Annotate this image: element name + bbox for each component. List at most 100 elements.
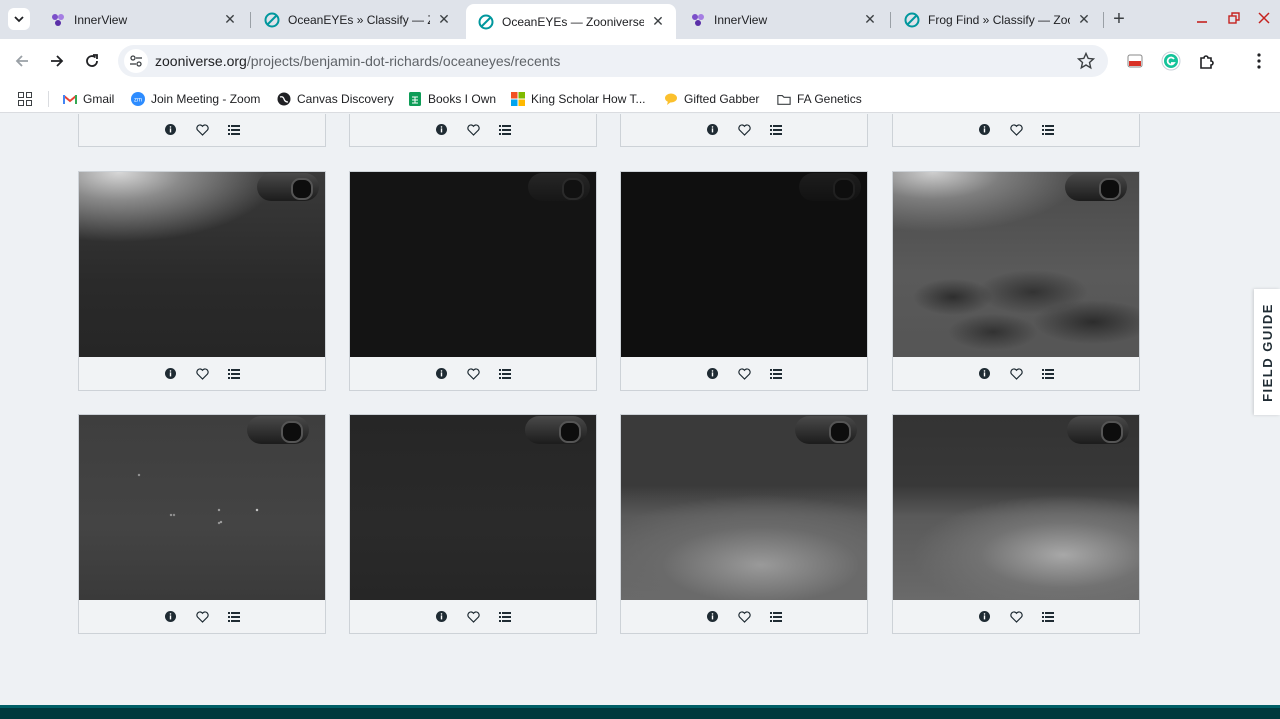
heart-icon[interactable] <box>736 122 752 138</box>
list-icon[interactable] <box>226 366 242 382</box>
list-icon[interactable] <box>497 122 513 138</box>
list-icon[interactable] <box>1040 609 1056 625</box>
info-icon[interactable] <box>976 366 992 382</box>
subject-image[interactable] <box>350 172 596 357</box>
tab-search-button[interactable] <box>8 8 30 30</box>
tab-title: InnerView <box>714 12 768 27</box>
subject-actions <box>893 357 1139 390</box>
info-icon[interactable] <box>162 609 178 625</box>
tab-innerview-1[interactable]: InnerView ✕ <box>38 5 248 34</box>
minimize-button[interactable] <box>1192 8 1212 28</box>
list-icon[interactable] <box>497 366 513 382</box>
bookmark-star-icon[interactable] <box>1076 51 1096 71</box>
arrow-left-icon <box>15 55 28 67</box>
subject-image[interactable] <box>79 172 325 357</box>
subject-actions <box>350 600 596 633</box>
list-icon[interactable] <box>1040 366 1056 382</box>
tab-separator <box>890 12 891 28</box>
address-bar[interactable]: zooniverse.org/projects/benjamin-dot-ric… <box>118 45 1108 77</box>
subject-card <box>620 114 868 147</box>
tab-strip: InnerView ✕ OceanEYEs » Classify — Zo ✕ … <box>0 0 1280 39</box>
site-footer <box>0 705 1280 719</box>
list-icon[interactable] <box>1040 122 1056 138</box>
subject-image[interactable] <box>893 415 1139 600</box>
tab-separator <box>250 12 251 28</box>
close-icon[interactable]: ✕ <box>436 11 452 28</box>
subject-image[interactable] <box>893 172 1139 357</box>
subject-image[interactable] <box>621 172 867 357</box>
list-icon[interactable] <box>226 609 242 625</box>
close-icon[interactable]: ✕ <box>862 11 878 28</box>
browser-menu-icon[interactable] <box>1248 50 1270 72</box>
info-icon[interactable] <box>433 122 449 138</box>
close-icon[interactable]: ✕ <box>650 13 666 30</box>
extensions-puzzle-icon[interactable] <box>1196 50 1218 72</box>
site-settings-icon[interactable] <box>124 49 148 73</box>
list-icon[interactable] <box>768 366 784 382</box>
heart-icon[interactable] <box>194 609 210 625</box>
heart-icon[interactable] <box>736 609 752 625</box>
camera-housing <box>247 416 309 444</box>
heart-icon[interactable] <box>736 366 752 382</box>
info-icon[interactable] <box>976 609 992 625</box>
heart-icon[interactable] <box>194 122 210 138</box>
heart-icon[interactable] <box>1008 122 1024 138</box>
list-icon[interactable] <box>768 122 784 138</box>
bookmark-gifted-gabber[interactable]: Gifted Gabber <box>664 90 759 108</box>
heart-icon[interactable] <box>1008 366 1024 382</box>
close-icon <box>1258 12 1270 24</box>
url-text[interactable]: zooniverse.org/projects/benjamin-dot-ric… <box>155 53 560 69</box>
list-icon[interactable] <box>226 122 242 138</box>
new-tab-button[interactable]: + <box>1110 8 1128 30</box>
url-host: zooniverse.org <box>155 53 247 69</box>
list-icon[interactable] <box>768 609 784 625</box>
tab-frog-find[interactable]: Frog Find » Classify — Zoon ✕ <box>892 5 1102 34</box>
info-icon[interactable] <box>433 609 449 625</box>
close-icon[interactable]: ✕ <box>1076 11 1092 28</box>
globe-icon <box>277 92 291 106</box>
bookmark-label: King Scholar How T... <box>531 92 646 106</box>
camera-housing <box>1067 416 1129 444</box>
info-icon[interactable] <box>704 609 720 625</box>
bookmark-canvas[interactable]: Canvas Discovery <box>277 90 394 108</box>
list-icon[interactable] <box>497 609 513 625</box>
info-icon[interactable] <box>162 366 178 382</box>
field-guide-button[interactable]: FIELD GUIDE <box>1254 289 1280 415</box>
bookmark-gmail[interactable]: Gmail <box>63 90 114 108</box>
info-icon[interactable] <box>704 366 720 382</box>
folder-icon <box>777 92 791 106</box>
extension-grammarly-icon[interactable] <box>1160 50 1182 72</box>
innerview-icon <box>50 12 66 28</box>
apps-button[interactable] <box>18 90 32 108</box>
tab-innerview-2[interactable]: InnerView ✕ <box>678 5 888 34</box>
restore-button[interactable] <box>1224 8 1244 28</box>
heart-icon[interactable] <box>1008 609 1024 625</box>
heart-icon[interactable] <box>465 609 481 625</box>
tab-oceaneyes-classify[interactable]: OceanEYEs » Classify — Zo ✕ <box>252 5 462 34</box>
heart-icon[interactable] <box>465 366 481 382</box>
extension-adblock-icon[interactable] <box>1124 50 1146 72</box>
back-button[interactable] <box>10 49 34 73</box>
info-icon[interactable] <box>433 366 449 382</box>
heart-icon[interactable] <box>465 122 481 138</box>
subject-image[interactable] <box>79 415 325 600</box>
close-window-button[interactable] <box>1254 8 1274 28</box>
reload-button[interactable] <box>80 49 104 73</box>
subject-card <box>620 414 868 634</box>
subject-image[interactable] <box>621 415 867 600</box>
reload-icon <box>86 54 98 67</box>
info-icon[interactable] <box>162 122 178 138</box>
close-icon[interactable]: ✕ <box>222 11 238 28</box>
heart-icon[interactable] <box>194 366 210 382</box>
bookmark-king-scholar[interactable]: King Scholar How T... <box>511 90 646 108</box>
forward-button[interactable] <box>45 49 69 73</box>
subject-image[interactable] <box>350 415 596 600</box>
bookmark-zoom[interactable]: zm Join Meeting - Zoom <box>131 90 260 108</box>
info-icon[interactable] <box>704 122 720 138</box>
info-icon[interactable] <box>976 122 992 138</box>
bookmark-books[interactable]: Books I Own <box>408 90 496 108</box>
tab-oceaneyes-active[interactable]: OceanEYEs — Zooniverse ✕ <box>466 4 676 39</box>
subject-actions <box>350 357 596 390</box>
bookmark-fa-genetics[interactable]: FA Genetics <box>777 90 862 108</box>
url-path: /projects/benjamin-dot-richards/oceaneye… <box>246 53 561 69</box>
